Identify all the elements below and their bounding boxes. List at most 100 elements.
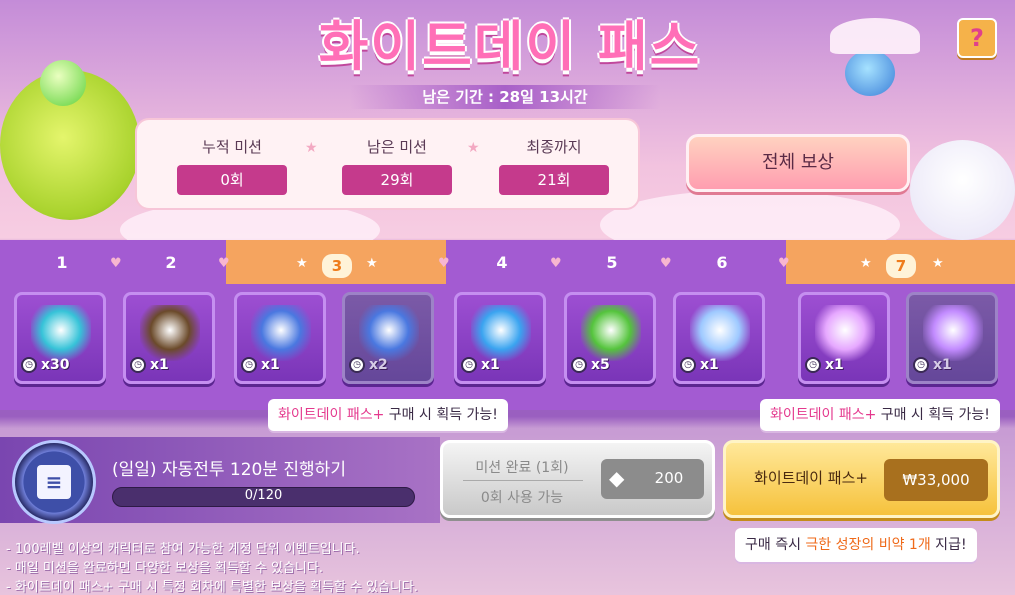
note-line: - 100레벨 이상의 캐릭터로 참여 가능한 계정 단위 이벤트입니다. [6,542,360,557]
mission-title: (일일) 자동전투 120분 진행하기 [112,460,346,480]
star-icon: ★ [467,140,480,156]
level-number: 6 [716,253,728,272]
clock-icon: ◷ [461,357,477,373]
green-ball-decoration [40,60,86,106]
level-number: 1 [56,253,68,272]
premium-tip: 화이트데이 패스+ 구매 시 획득 가능! [760,399,1000,431]
item-quantity: x1 [933,357,952,373]
item-quantity: x5 [591,357,610,373]
clock-icon: ◷ [805,357,821,373]
notes: - 100레벨 이상의 캐릭터로 참여 가능한 계정 단위 이벤트입니다. - … [6,540,418,595]
all-rewards-button[interactable]: 전체 보상 [686,134,910,192]
item-quantity: x30 [41,357,70,373]
item-art-icon [471,305,531,361]
item-quantity: x1 [150,357,169,373]
stat-label: 누적 미션 [202,138,262,156]
star-icon: ★ [932,256,944,271]
level-number: 4 [496,253,508,272]
help-button[interactable]: ? [957,18,997,58]
stat-accumulated: 누적 미션 0회 [177,136,287,195]
bonus-highlight: 극한 성장의 비약 1개 [805,537,931,553]
level-number: 2 [165,253,177,272]
remaining-period: 남은 기간 : 28일 13시간 [350,85,660,109]
item-quantity: x1 [261,357,280,373]
stat-value: 0회 [177,165,287,195]
white-spirit-character [910,140,1015,240]
star-icon: ★ [305,140,318,156]
star-icon: ★ [296,256,308,271]
item-art-icon [140,305,200,361]
tip-text: 구매 시 획득 가능! [384,407,498,423]
available-count: 0회 사용 가능 [480,490,564,506]
clock-icon: ◷ [680,357,696,373]
note-line: - 화이트데이 패스+ 구매 시 특정 회차에 특별한 보상을 획득할 수 있습… [6,580,419,595]
clock-icon: ◷ [571,357,587,373]
heart-icon: ♥ [778,256,790,271]
price-tag: ₩33,000 [884,459,988,501]
exp-item[interactable]: ◷ x5 [564,292,656,384]
heart-icon: ♥ [110,256,122,271]
heart-icon: ♥ [550,256,562,271]
clock-icon: ◷ [913,357,929,373]
tip-highlight: 화이트데이 패스+ [770,407,877,423]
clock-icon: ◷ [349,357,365,373]
buy-pass-button[interactable]: 화이트데이 패스+ ₩33,000 [723,440,1000,518]
item-art-icon [581,305,641,361]
item-quantity: x2 [369,357,388,373]
tip-highlight: 화이트데이 패스+ [278,407,385,423]
complete-label: 미션 완료 (1회) [475,460,569,476]
diamond-icon: ◆ [609,466,625,490]
clock-icon: ◷ [130,357,146,373]
stat-remaining: 남은 미션 29회 [342,136,452,195]
stat-label: 최종까지 [526,138,582,156]
level-badge: 3 [322,254,352,278]
mission-progress-text: 0/120 [244,488,283,503]
mystery-orb-item[interactable]: ◷ x1 [673,292,765,384]
bonus-tip: 구매 즉시 극한 성장의 비약 1개 지급! [735,528,977,562]
complete-mission-button[interactable]: 미션 완료 (1회) 0회 사용 가능 ◆ 200 [440,440,715,518]
divider [463,480,583,481]
sword-1h-item[interactable]: ◷ x1 [454,292,546,384]
golden-scepter-item[interactable]: ◷ x1 [798,292,890,384]
level-number: 5 [606,253,618,272]
level-badge: 7 [886,254,916,278]
pouch-item[interactable]: ◷ x1 [123,292,215,384]
clock-icon: ◷ [241,357,257,373]
stat-value: 29회 [342,165,452,195]
cost-amount: 200 [654,469,684,487]
scroll-icon: ≡ [12,440,96,524]
heart-icon: ♥ [660,256,672,271]
mission-stats-panel: 누적 미션 0회 ★ 남은 미션 29회 ★ 최종까지 21회 [135,118,640,210]
item-quantity: x1 [481,357,500,373]
parachute-decoration [830,18,920,54]
buy-label: 화이트데이 패스+ [754,469,868,487]
premium-tip: 화이트데이 패스+ 구매 시 획득 가능! [268,399,508,431]
heart-icon: ♥ [438,256,450,271]
blue-ticket-item[interactable]: ◷ x1 [234,292,326,384]
item-art-icon [923,305,983,361]
stat-label: 남은 미션 [367,138,427,156]
stat-until-final: 최종까지 21회 [499,136,609,195]
note-line: - 매일 미션을 완료하면 다양한 보상을 획득할 수 있습니다. [6,561,323,576]
item-quantity: x1 [700,357,719,373]
heart-icon: ♥ [218,256,230,271]
scepter-plus-item[interactable]: ◷ x1 [906,292,998,384]
item-art-icon [815,305,875,361]
pass-title: 화이트데이 패스 [318,15,702,78]
item-art-icon [31,305,91,361]
item-quantity: x1 [825,357,844,373]
blue-ticket-plus-item[interactable]: ◷ x2 [342,292,434,384]
parachute-penguin-character [845,50,895,96]
bonus-text: 지급! [930,537,967,553]
tip-text: 구매 시 획득 가능! [876,407,990,423]
item-art-icon [690,305,750,361]
star-icon: ★ [860,256,872,271]
stat-value: 21회 [499,165,609,195]
star-icon: ★ [366,256,378,271]
item-art-icon [251,305,311,361]
cost-chip: ◆ 200 [601,459,704,499]
item-art-icon [359,305,419,361]
teal-stone-item[interactable]: ◷ x30 [14,292,106,384]
bonus-text: 구매 즉시 [745,537,806,553]
clock-icon: ◷ [21,357,37,373]
